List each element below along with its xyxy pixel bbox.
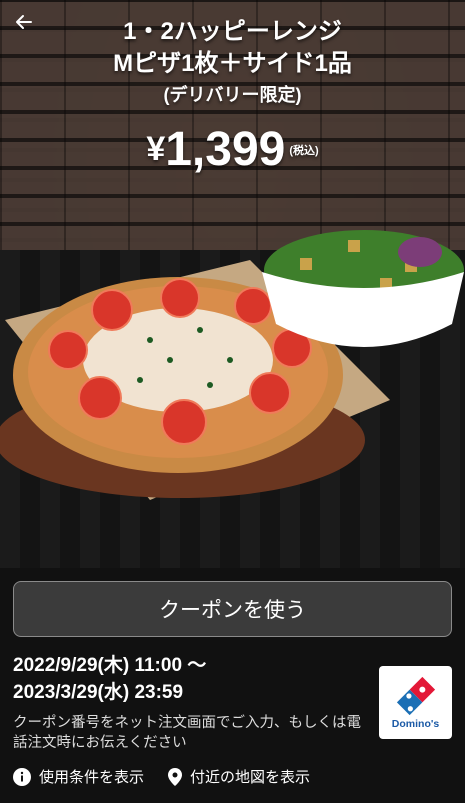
offer-title-line2: Mピザ1枚＋サイド1品: [113, 50, 352, 77]
price-value: 1,399: [165, 123, 286, 176]
brand-name: Domino's: [391, 717, 440, 730]
validity-period: 2022/9/29(木) 11:00 〜 2023/3/29(水) 23:59: [13, 652, 206, 706]
use-coupon-button[interactable]: クーポンを使う: [13, 581, 452, 637]
offer-title-line3: (デリバリー限定): [163, 85, 302, 105]
offer-price: ¥1,399 (税込): [0, 122, 465, 177]
red-cabbage: [398, 237, 442, 267]
footer-links: 使用条件を表示 付近の地図を表示: [13, 766, 310, 787]
terms-label: 使用条件を表示: [39, 768, 145, 786]
hero-image: 1・2ハッピーレンジ Mピザ1枚＋サイド1品 (デリバリー限定) ¥1,399(…: [0, 0, 465, 568]
map-label: 付近の地図を表示: [190, 768, 311, 786]
pizza-and-salad-illustration: [0, 230, 464, 500]
price-tax-note: (税込): [289, 144, 319, 157]
coupon-instructions: クーポン番号をネット注文画面でご入力、もしくは電話注文時にお伝えください: [13, 715, 361, 751]
domino-tile-icon: [396, 676, 435, 715]
offer-title-line1: 1・2ハッピーレンジ: [123, 18, 342, 45]
info-icon: [13, 767, 31, 786]
map-pin-icon: [168, 767, 183, 786]
price-currency: ¥: [146, 130, 166, 168]
dominos-logo: Domino's: [379, 666, 452, 739]
map-link[interactable]: 付近の地図を表示: [168, 766, 310, 787]
validity-end: 2023/3/29(水) 23:59: [13, 682, 184, 703]
validity-start: 2022/9/29(木) 11:00 〜: [13, 655, 207, 676]
terms-link[interactable]: 使用条件を表示: [13, 766, 144, 787]
offer-title: 1・2ハッピーレンジ Mピザ1枚＋サイド1品 (デリバリー限定): [0, 16, 465, 108]
